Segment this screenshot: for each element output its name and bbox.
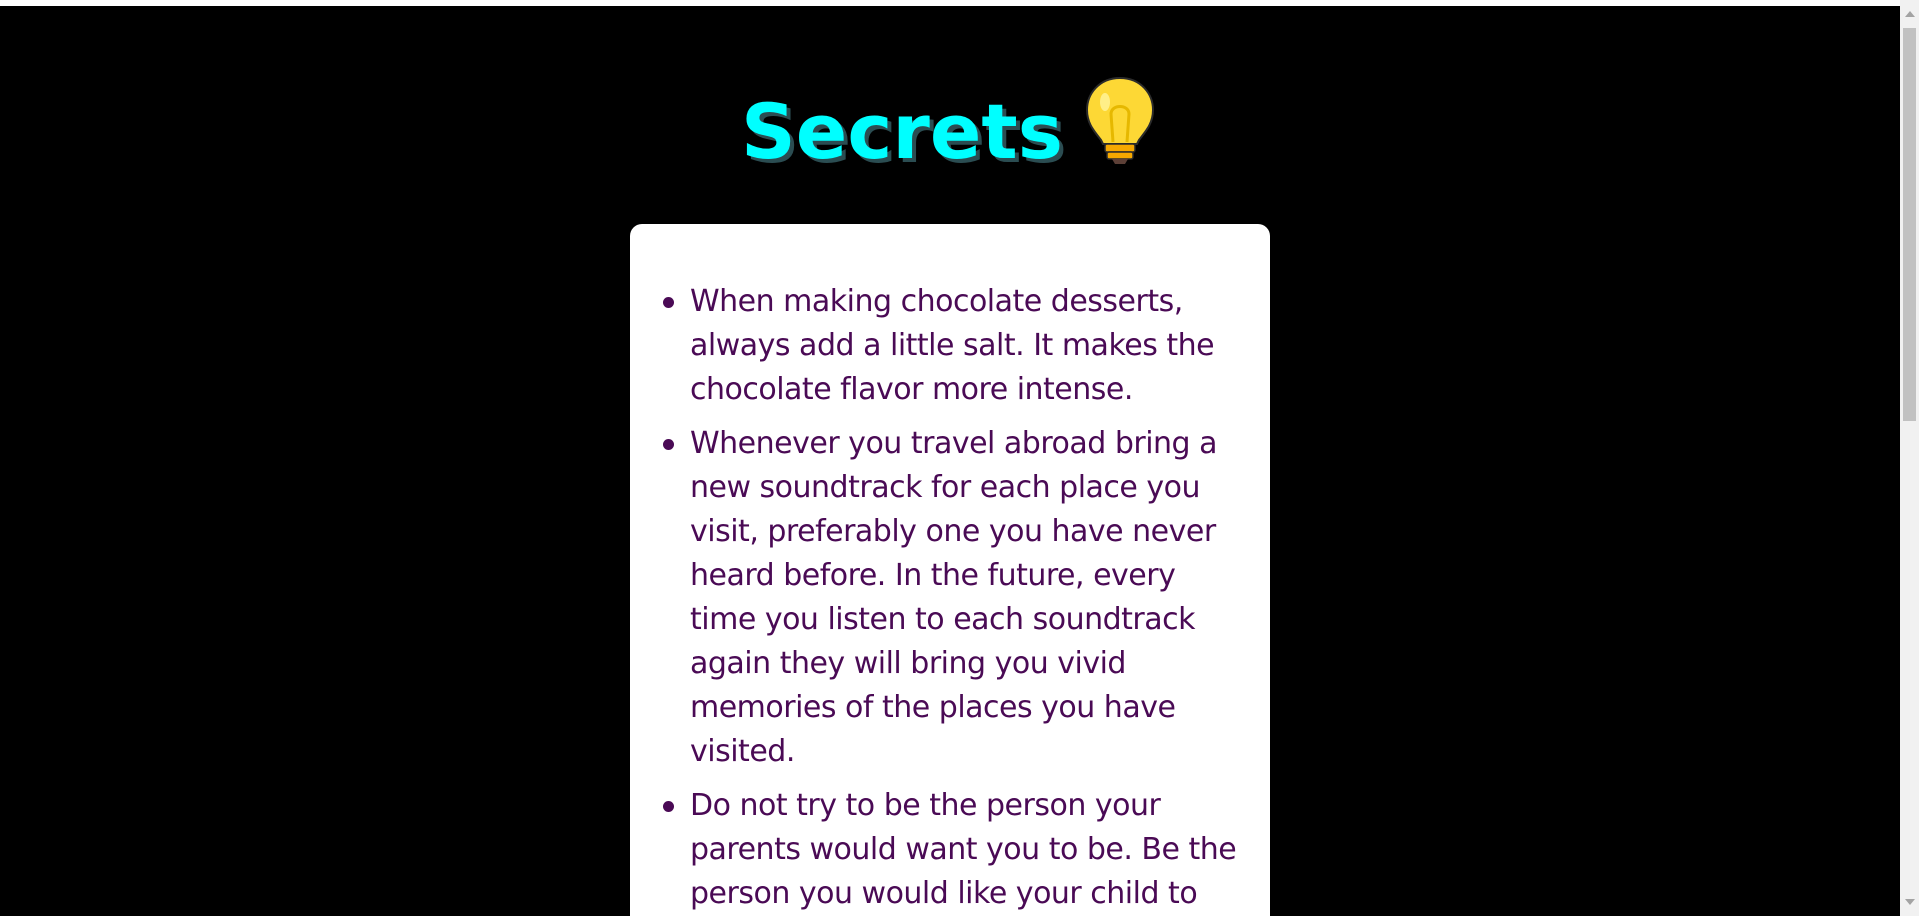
secret-item: When making chocolate desserts, always a… (663, 280, 1242, 412)
scroll-up-arrow-icon[interactable] (1905, 11, 1915, 17)
lightbulb-icon (1085, 76, 1154, 164)
secrets-card: When making chocolate desserts, always a… (630, 224, 1270, 916)
secret-item: Whenever you travel abroad bring a new s… (663, 422, 1242, 774)
vertical-scrollbar[interactable] (1900, 0, 1919, 916)
scroll-down-arrow-icon[interactable] (1905, 899, 1915, 905)
secret-text: Do not try to be the person your parents… (690, 788, 1237, 911)
page-title: Secrets (0, 74, 1900, 182)
secret-text: Whenever you travel abroad bring a new s… (690, 426, 1218, 769)
secret-item: Do not try to be the person your parents… (663, 784, 1242, 916)
bullet-icon (663, 297, 674, 308)
secrets-list: When making chocolate desserts, always a… (630, 224, 1270, 916)
bullet-icon (663, 439, 674, 450)
secret-text: When making chocolate desserts, always a… (690, 284, 1215, 407)
scroll-thumb[interactable] (1903, 28, 1916, 421)
page-viewport: Secrets When making chocolate desserts, … (0, 6, 1900, 916)
bullet-icon (663, 801, 674, 812)
page-title-text: Secrets (741, 87, 1063, 176)
